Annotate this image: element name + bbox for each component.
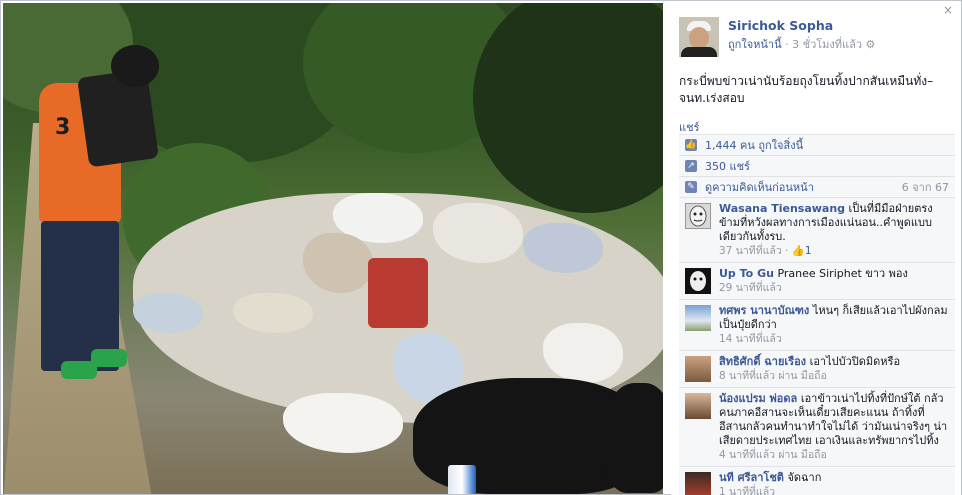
mask-icon [689, 205, 707, 227]
commenter-avatar[interactable] [685, 268, 711, 294]
post-meta: ถูกใจหน้านี้ · 3 ชั่วโมงที่แล้ว ⚙ [728, 35, 875, 53]
comment-item: สิทธิศักดิ์ ฉายเรือง เอาไปบัวปิดมิดหรือ … [679, 351, 955, 388]
commenter-name[interactable]: สิทธิศักดิ์ ฉายเรือง [719, 355, 806, 368]
avatar-face [689, 27, 709, 49]
feedback-panel: 👍 1,444 คน ถูกใจสิ่งนี้ ↗ 350 แชร์ ✎ ดูค… [679, 134, 955, 495]
trash-bag [283, 393, 403, 453]
view-previous-row[interactable]: ✎ ดูความคิดเห็นก่อนหน้า 6 จาก 67 [679, 177, 955, 198]
commenter-avatar[interactable] [685, 356, 711, 382]
commenter-avatar[interactable] [685, 305, 711, 331]
comment-text: เอาไปบัวปิดมิดหรือ [809, 355, 901, 368]
comment-item: ทศพร นานาบัณฑง ไหนๆ ก็เสียแล้วเอาไปผังกล… [679, 300, 955, 351]
black-garbage-bag [603, 383, 663, 493]
comment-time[interactable]: 1 นาทีที่แล้ว [719, 486, 775, 495]
likes-count[interactable]: 1,444 คน ถูกใจสิ่งนี้ [705, 136, 803, 154]
comment-text: จัดฉาก [787, 471, 822, 484]
comment-item: Wasana Tiensawang เป็นที่มีมือฝ่ายตรงข้า… [679, 198, 955, 263]
comment-text: Pranee Siriphet ขาว พอง [777, 267, 908, 280]
commenter-avatar[interactable] [685, 393, 711, 419]
comment-time[interactable]: 4 นาทีที่แล้ว ผ่าน มือถือ [719, 449, 827, 461]
photographer: 3 [33, 43, 173, 403]
close-icon[interactable]: × [943, 3, 953, 17]
foliage [473, 3, 663, 213]
author-avatar[interactable] [679, 17, 719, 57]
comment-item: น้องแปรม พ่อดล เอาข้าวเน่าไปทิ้งที่ปักษ์… [679, 388, 955, 467]
post-time[interactable]: 3 ชั่วโมงที่แล้ว [792, 38, 862, 51]
comment-time[interactable]: 14 นาทีที่แล้ว [719, 333, 782, 345]
commenter-avatar[interactable] [685, 472, 711, 495]
comment-time[interactable]: 8 นาทีที่แล้ว ผ่าน มือถือ [719, 370, 827, 382]
shares-row[interactable]: ↗ 350 แชร์ [679, 156, 955, 177]
share-icon: ↗ [685, 160, 697, 172]
lightbox-frame: 3 × Sirichok Sopha ถูกใจหน้านี้ · 3 ชั่ว… [0, 0, 962, 495]
avatar-body [681, 47, 717, 57]
comment-item: Up To Gu Pranee Siriphet ขาว พอง 29 นาที… [679, 263, 955, 300]
comment-time[interactable]: 29 นาทีที่แล้ว [719, 282, 782, 294]
commenter-avatar[interactable] [685, 203, 711, 229]
shares-count[interactable]: 350 แชร์ [705, 157, 750, 175]
shirt-number: 3 [55, 115, 71, 140]
liked-page-link[interactable]: ถูกใจหน้านี้ [728, 38, 782, 51]
comment-time[interactable]: 37 นาทีที่แล้ว [719, 245, 782, 257]
comment-like-count[interactable]: 1 [805, 245, 812, 257]
view-previous-link[interactable]: ดูความคิดเห็นก่อนหน้า [705, 178, 814, 196]
commenter-name[interactable]: น้องแปรม พ่อดล [719, 392, 797, 405]
bottle [448, 465, 476, 494]
commenter-name[interactable]: ทศพร นานาบัณฑง [719, 304, 809, 317]
mask-icon [690, 271, 706, 291]
post-caption: กระบี่พบข่าวเน่านับร้อยถุงโยนทิ้งปากสันเ… [679, 74, 934, 105]
commenter-name[interactable]: Wasana Tiensawang [719, 202, 845, 215]
comment-bubble-icon: ✎ [685, 181, 697, 193]
author-name[interactable]: Sirichok Sopha [728, 18, 833, 33]
post-sidebar: × Sirichok Sopha ถูกใจหน้านี้ · 3 ชั่วโม… [671, 1, 961, 495]
comment-count: 6 จาก 67 [901, 181, 949, 194]
commenter-name[interactable]: นที ศรีลาโชติ [719, 471, 784, 484]
audience-icon: ⚙ [865, 38, 876, 51]
thumbs-up-icon: 👍 [685, 139, 697, 151]
commenter-name[interactable]: Up To Gu [719, 267, 774, 280]
likes-row[interactable]: 👍 1,444 คน ถูกใจสิ่งนี้ [679, 135, 955, 156]
comment-like-icon[interactable]: 👍 [792, 245, 805, 257]
shoe [91, 349, 127, 367]
post-photo[interactable]: 3 [3, 3, 663, 494]
head [111, 45, 159, 87]
comment-item: นที ศรีลาโชติ จัดฉาก 1 นาทีที่แล้ว [679, 467, 955, 495]
trash-bag [368, 258, 428, 328]
